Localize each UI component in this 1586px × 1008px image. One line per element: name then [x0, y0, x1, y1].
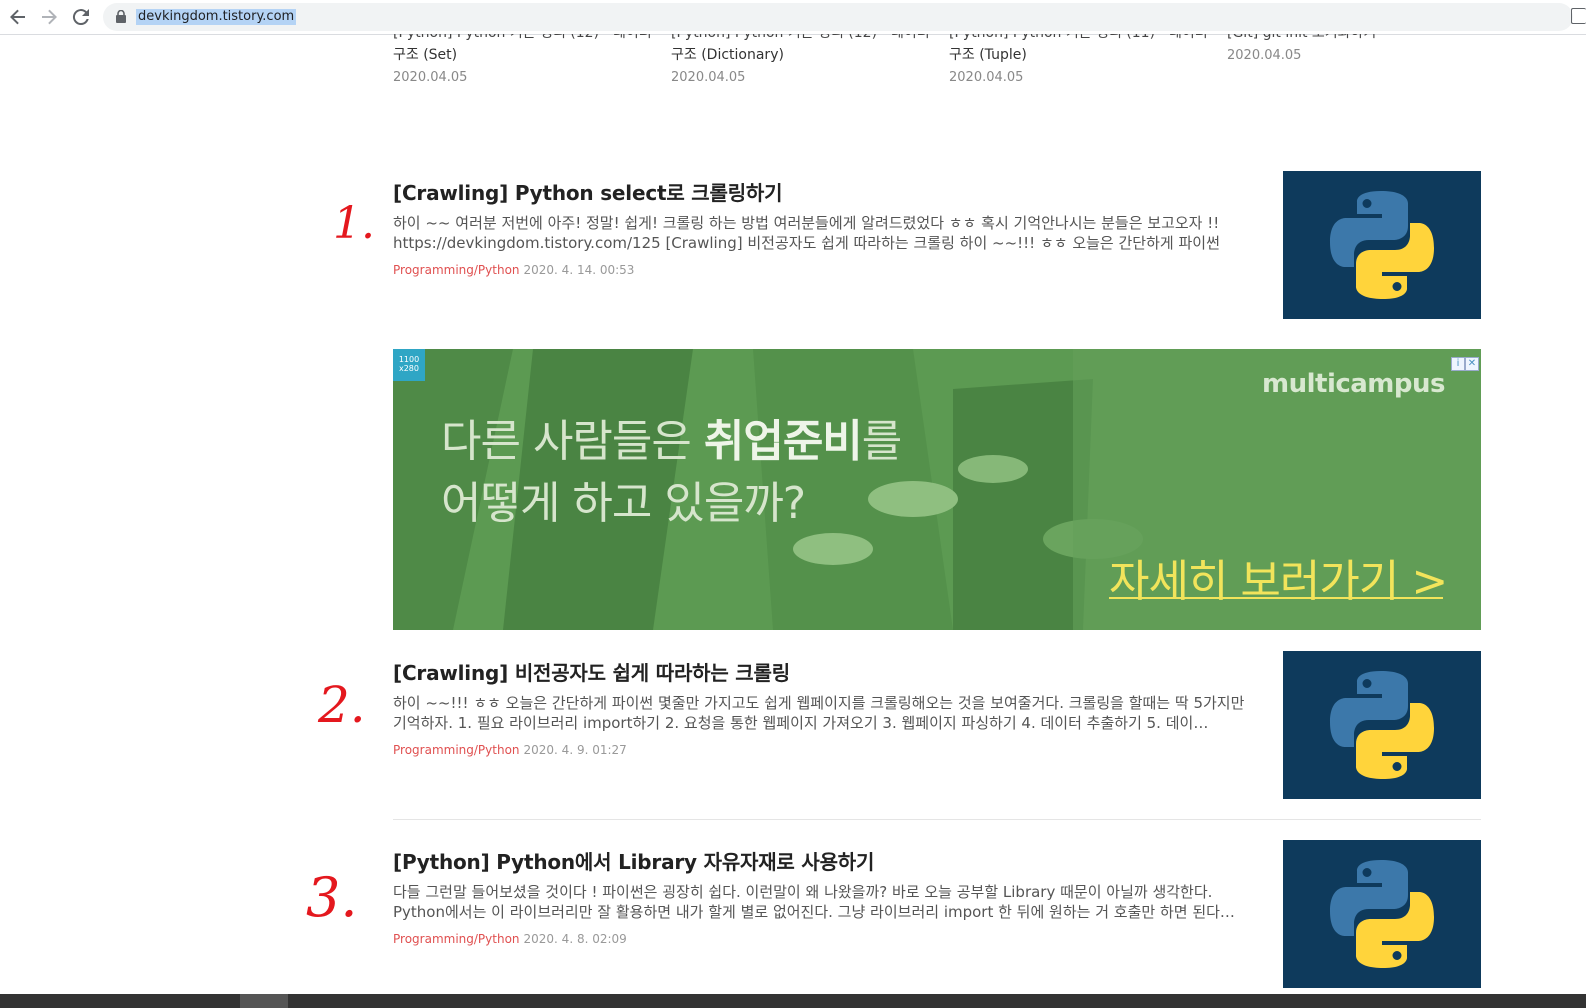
- lock-icon: [116, 10, 126, 23]
- ad-banner[interactable]: 1100 x280 i ✕ multicampus 다른 사람들은 취업준비를 어…: [393, 349, 1481, 630]
- handwritten-annotation: 3.: [306, 866, 358, 929]
- post-title[interactable]: [Python] Python에서 Library 자유자재로 사용하기: [393, 846, 874, 875]
- post-item: [Crawling] 비전공자도 쉽게 따라하는 크롤링 하이 ~~!!! ㅎㅎ…: [393, 651, 1481, 799]
- ad-cta-link[interactable]: 자세히 보러가기 >: [1109, 545, 1448, 609]
- ad-size-width: 1100: [398, 355, 420, 364]
- python-logo-icon: [1330, 191, 1434, 299]
- reload-icon[interactable]: [69, 5, 93, 29]
- related-post-title[interactable]: 구조 (Dictionary): [671, 44, 921, 66]
- post-excerpt[interactable]: 다들 그런말 들어보셨을 것이다 ! 파이썬은 굉장히 쉽다. 이런말이 왜 나…: [393, 882, 1245, 922]
- related-post-date: 2020.04.05: [671, 70, 746, 85]
- ad-headline-1c: 를: [861, 416, 902, 467]
- ad-headline-1: 다른 사람들은 취업준비를: [441, 405, 902, 469]
- related-post-title-partial[interactable]: [Git] git init 초기화하기: [1227, 34, 1477, 44]
- post-category[interactable]: Programming/Python: [393, 932, 520, 946]
- post-excerpt[interactable]: 하이 ~~ 여러분 저번에 아주! 정말! 쉽게! 크롤링 하는 방법 여러분들…: [393, 213, 1245, 253]
- taskbar-strip: [0, 994, 1586, 1008]
- post-date: 2020. 4. 8. 02:09: [523, 932, 627, 946]
- handwritten-annotation: 2.: [318, 676, 366, 734]
- post-thumbnail[interactable]: [1283, 840, 1481, 988]
- address-bar[interactable]: devkingdom.tistory.com: [103, 3, 1573, 31]
- related-post-item[interactable]: [Git] git init 초기화하기 2020.04.05: [1227, 34, 1477, 63]
- ad-controls: i ✕: [1451, 351, 1479, 371]
- post-thumbnail[interactable]: [1283, 651, 1481, 799]
- related-post-title-partial[interactable]: [Python] Python 기본 정리 (12) - 데이터: [671, 34, 930, 44]
- ad-brand-logo: multicampus: [1262, 369, 1446, 399]
- post-title[interactable]: [Crawling] 비전공자도 쉽게 따라하는 크롤링: [393, 657, 790, 686]
- forward-arrow-icon[interactable]: [37, 5, 61, 29]
- post-meta: Programming/Python 2020. 4. 9. 01:27: [393, 743, 627, 757]
- python-logo-icon: [1330, 860, 1434, 968]
- taskbar-segment: [240, 994, 288, 1008]
- ad-size-height: x280: [398, 364, 419, 373]
- post-item: [Python] Python에서 Library 자유자재로 사용하기 다들 …: [393, 840, 1481, 988]
- python-logo-icon: [1330, 671, 1434, 779]
- related-post-item[interactable]: [Python] Python 기본 정리 (12) - 데이터 구조 (Dic…: [671, 34, 930, 85]
- related-post-title[interactable]: 구조 (Set): [393, 44, 643, 66]
- post-date: 2020. 4. 9. 01:27: [523, 743, 627, 757]
- related-post-item[interactable]: [Python] Python 기본 정리 (11) - 데이터 구조 (Tup…: [949, 34, 1208, 85]
- post-category[interactable]: Programming/Python: [393, 263, 520, 277]
- related-posts: [Python] Python 기본 정리 (12) - 데이터 구조 (Set…: [0, 34, 1586, 104]
- post-meta: Programming/Python 2020. 4. 8. 02:09: [393, 932, 627, 946]
- related-post-date: 2020.04.05: [1227, 48, 1302, 63]
- browser-toolbar: devkingdom.tistory.com: [0, 0, 1586, 35]
- post-category[interactable]: Programming/Python: [393, 743, 520, 757]
- window-edge-icon: [1571, 8, 1586, 24]
- related-post-item[interactable]: [Python] Python 기본 정리 (12) - 데이터 구조 (Set…: [393, 34, 652, 85]
- post-excerpt[interactable]: 하이 ~~!!! ㅎㅎ 오늘은 간단하게 파이썬 몇줄만 가지고도 쉽게 웹페이…: [393, 693, 1245, 733]
- ad-cta-underline: [1109, 597, 1443, 599]
- ad-close-icon[interactable]: ✕: [1465, 357, 1479, 371]
- post-title[interactable]: [Crawling] Python select로 크롤링하기: [393, 177, 783, 206]
- url-text[interactable]: devkingdom.tistory.com: [136, 9, 297, 25]
- related-post-title[interactable]: 구조 (Tuple): [949, 44, 1199, 66]
- ad-size-badge: 1100 x280: [393, 349, 425, 381]
- post-divider: [393, 819, 1481, 820]
- ad-info-icon[interactable]: i: [1451, 357, 1465, 371]
- related-post-date: 2020.04.05: [949, 70, 1024, 85]
- ad-headline-2: 어떻게 하고 있을까?: [441, 478, 806, 529]
- post-meta: Programming/Python 2020. 4. 14. 00:53: [393, 263, 634, 277]
- ad-headline-1a: 다른 사람들은: [441, 416, 704, 467]
- post-item: [Crawling] Python select로 크롤링하기 하이 ~~ 여러…: [393, 171, 1481, 319]
- related-post-title-partial[interactable]: [Python] Python 기본 정리 (12) - 데이터: [393, 34, 652, 44]
- post-thumbnail[interactable]: [1283, 171, 1481, 319]
- related-post-date: 2020.04.05: [393, 70, 468, 85]
- ad-headline-1b: 취업준비: [703, 416, 863, 467]
- handwritten-annotation: 1.: [333, 198, 375, 249]
- related-post-title-partial[interactable]: [Python] Python 기본 정리 (11) - 데이터: [949, 34, 1208, 44]
- post-date: 2020. 4. 14. 00:53: [523, 263, 635, 277]
- back-arrow-icon[interactable]: [6, 5, 30, 29]
